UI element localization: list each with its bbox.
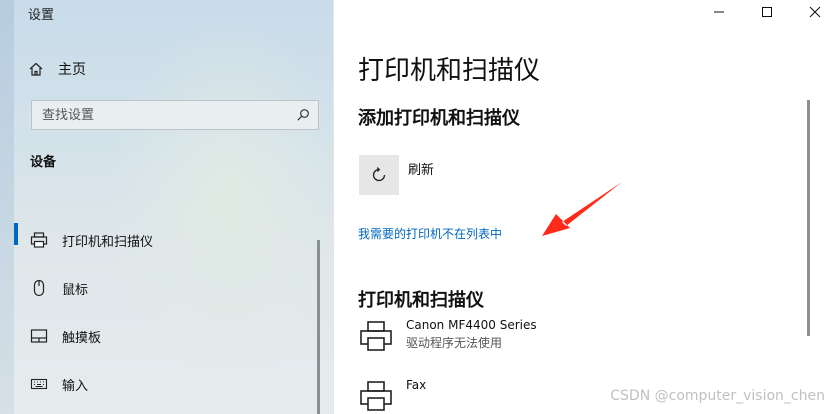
window-controls: [695, 0, 839, 24]
close-button[interactable]: [791, 0, 839, 24]
minimize-icon: [714, 11, 724, 13]
maximize-icon: [762, 7, 772, 17]
missing-printer-link[interactable]: 我需要的打印机不在列表中: [358, 225, 502, 242]
sidebar-item-label: 鼠标: [62, 282, 89, 298]
sidebar-item-typing[interactable]: 输入: [14, 360, 314, 408]
sidebar-item-touchpad[interactable]: 触摸板: [14, 312, 314, 360]
touchpad-icon: [30, 327, 48, 345]
sidebar-item-label: 触摸板: [62, 330, 102, 346]
sidebar-scrollbar[interactable]: [317, 240, 320, 414]
sidebar-edge-strip: [0, 0, 14, 414]
sidebar-item-label: 打印机和扫描仪: [62, 234, 154, 250]
printer-icon: [358, 318, 394, 354]
printer-item-canon[interactable]: Canon MF4400 Series 驱动程序无法使用: [358, 318, 778, 362]
sidebar-item-mouse[interactable]: 鼠标: [14, 264, 314, 312]
printers-list-heading: 打印机和扫描仪: [358, 290, 484, 311]
minimize-button[interactable]: [695, 0, 743, 24]
keyboard-icon: [30, 375, 48, 393]
sidebar-nav-list: 打印机和扫描仪 鼠标 触摸板 输入: [14, 216, 314, 408]
mouse-icon: [30, 279, 48, 297]
printer-icon: [30, 231, 48, 249]
sidebar-item-printers[interactable]: 打印机和扫描仪: [14, 216, 314, 264]
watermark-text: CSDN @computer_vision_chen: [610, 388, 825, 404]
home-icon: [28, 61, 44, 77]
main-scrollbar[interactable]: [807, 100, 810, 336]
annotation-arrow: [542, 182, 622, 236]
refresh-label: 刷新: [408, 163, 435, 178]
close-icon: [809, 6, 821, 18]
sidebar-item-label: 输入: [62, 378, 89, 394]
nav-home-label: 主页: [58, 62, 86, 78]
maximize-button[interactable]: [743, 0, 791, 24]
sidebar: 设置 主页 设备: [0, 0, 334, 414]
printer-name: Canon MF4400 Series: [406, 318, 537, 332]
page-title: 打印机和扫描仪: [358, 56, 541, 86]
refresh-button[interactable]: [359, 155, 399, 195]
printer-status: 驱动程序无法使用: [406, 336, 503, 350]
search-field[interactable]: [31, 100, 319, 130]
search-input[interactable]: [42, 107, 296, 123]
section-heading-devices: 设备: [30, 155, 57, 170]
search-icon[interactable]: [296, 108, 310, 122]
app-title: 设置: [28, 8, 55, 23]
add-section-heading: 添加打印机和扫描仪: [358, 108, 520, 129]
refresh-icon: [372, 167, 386, 182]
printer-name: Fax: [406, 378, 427, 392]
nav-home[interactable]: 主页: [28, 56, 308, 82]
printer-icon: [358, 378, 394, 414]
